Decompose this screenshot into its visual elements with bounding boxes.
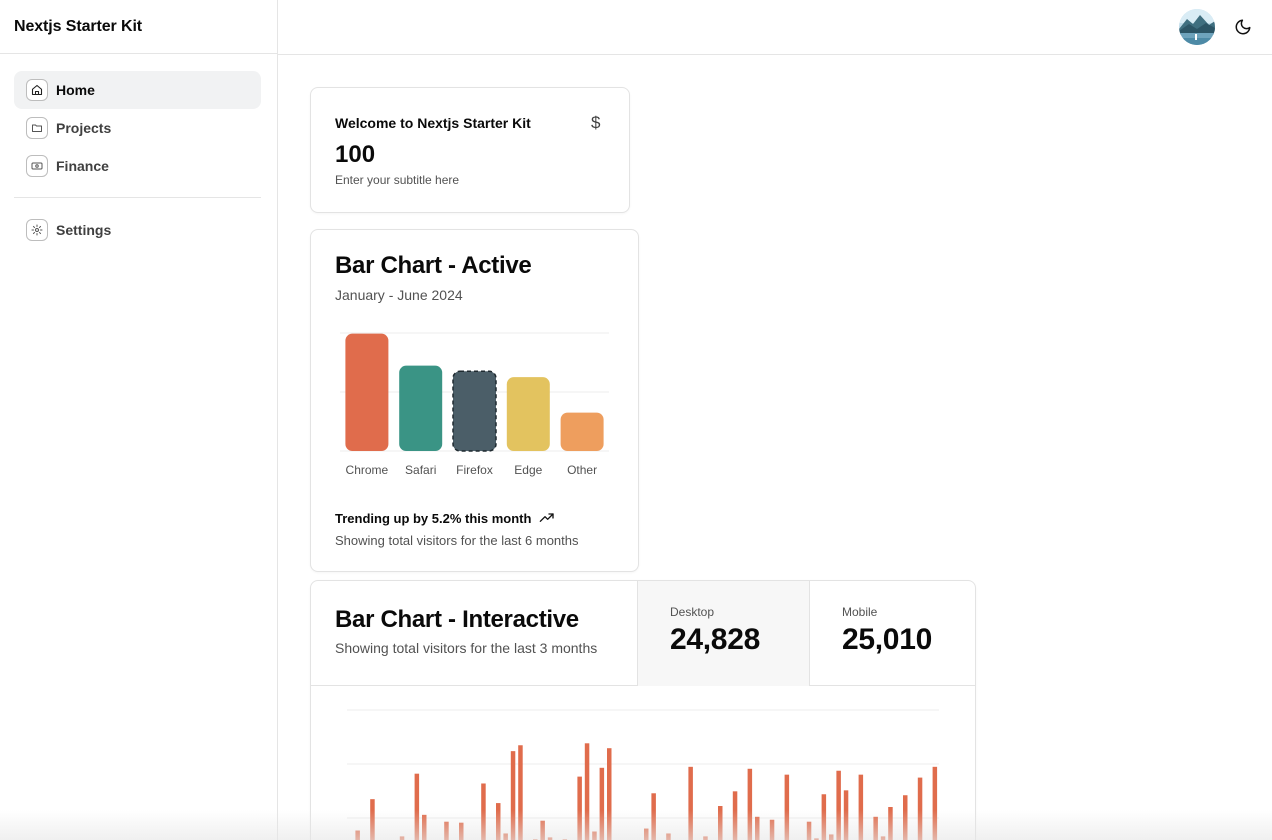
sidebar-item-label: Finance: [56, 158, 109, 174]
bar[interactable]: [599, 767, 605, 840]
bar[interactable]: [836, 770, 841, 840]
sidebar-item-label: Projects: [56, 120, 112, 136]
bar-safari[interactable]: [399, 365, 443, 451]
bar[interactable]: [503, 833, 508, 840]
bar[interactable]: [584, 743, 590, 840]
bar[interactable]: [666, 833, 671, 840]
bar[interactable]: [829, 834, 834, 840]
bar[interactable]: [607, 748, 612, 840]
top-header: [278, 0, 1272, 55]
sidebar-item-projects[interactable]: Projects: [14, 109, 261, 147]
banknote-icon: [26, 155, 48, 177]
bar-other[interactable]: [560, 412, 604, 451]
trend-text: Trending up by 5.2% this month: [335, 510, 532, 526]
x-tick-label: Safari: [405, 463, 436, 477]
bar-chrome[interactable]: [345, 333, 389, 451]
bar[interactable]: [718, 806, 723, 840]
bar[interactable]: [903, 795, 908, 840]
bar[interactable]: [821, 794, 827, 840]
home-icon: [26, 79, 48, 101]
bar[interactable]: [540, 820, 545, 840]
mobile-value: 25,010: [842, 623, 932, 656]
x-tick-label: Chrome: [346, 463, 389, 477]
mobile-toggle[interactable]: Mobile 25,010: [809, 581, 975, 686]
bar[interactable]: [888, 807, 893, 840]
bar[interactable]: [651, 793, 656, 840]
moon-icon: [1235, 19, 1251, 35]
folder-icon: [26, 117, 48, 139]
dollar-icon: $: [591, 113, 601, 132]
bar-chart-active: Chrome Safari Firefox Edge Other: [340, 332, 609, 477]
interactive-chart-title: Bar Chart - Interactive: [335, 606, 579, 633]
bar[interactable]: [577, 776, 582, 840]
bar[interactable]: [510, 751, 516, 840]
bar[interactable]: [843, 790, 849, 840]
bar[interactable]: [592, 831, 597, 840]
bar[interactable]: [414, 773, 420, 840]
welcome-card-subtitle: Enter your subtitle here: [335, 173, 460, 187]
trend-line: Trending up by 5.2% this month: [335, 510, 555, 526]
mobile-label: Mobile: [842, 605, 878, 619]
interactive-chart-description: Showing total visitors for the last 3 mo…: [335, 640, 598, 656]
trend-footer: Showing total visitors for the last 6 mo…: [335, 533, 579, 548]
desktop-value: 24,828: [670, 623, 760, 656]
user-avatar[interactable]: [1179, 9, 1215, 45]
theme-toggle-button[interactable]: [1233, 17, 1253, 37]
bar-edge[interactable]: [506, 377, 550, 451]
welcome-card: Welcome to Nextjs Starter Kit $ 100 Ente…: [310, 87, 630, 213]
bar[interactable]: [688, 766, 693, 840]
bar[interactable]: [370, 799, 375, 840]
bar-chart-active-card: Bar Chart - Active January - June 2024 C…: [310, 229, 639, 572]
x-tick-label: Other: [567, 463, 597, 477]
brand-title[interactable]: Nextjs Starter Kit: [0, 0, 277, 54]
bar[interactable]: [399, 836, 405, 840]
sidebar-item-home[interactable]: Home: [14, 71, 261, 109]
bar[interactable]: [747, 768, 753, 840]
bar[interactable]: [422, 814, 427, 840]
bar-chart-interactive-card: Bar Chart - Interactive Showing total vi…: [310, 580, 976, 840]
bar[interactable]: [703, 836, 708, 840]
desktop-toggle[interactable]: Desktop 24,828: [637, 581, 809, 686]
bar[interactable]: [769, 819, 775, 840]
bar[interactable]: [755, 816, 760, 840]
welcome-card-title: Welcome to Nextjs Starter Kit: [335, 115, 531, 131]
x-tick-label: Edge: [514, 463, 542, 477]
bar[interactable]: [444, 821, 449, 840]
gear-icon: [26, 219, 48, 241]
bar[interactable]: [496, 803, 501, 840]
x-tick-label: Firefox: [456, 463, 493, 477]
sidebar-item-settings[interactable]: Settings: [14, 211, 261, 249]
bar[interactable]: [644, 828, 649, 840]
bar[interactable]: [518, 745, 523, 840]
sidebar-divider: [14, 197, 261, 198]
bar[interactable]: [459, 822, 464, 840]
bar-chart-interactive: [347, 709, 939, 840]
bar[interactable]: [481, 783, 486, 840]
bar[interactable]: [858, 774, 864, 840]
trending-up-icon: [540, 513, 555, 522]
bar[interactable]: [732, 791, 738, 840]
bar-firefox[interactable]: [452, 370, 497, 452]
sidebar-item-label: Home: [56, 82, 95, 98]
desktop-label: Desktop: [670, 605, 715, 619]
sidebar-nav: Home Projects Finance Settings: [0, 54, 277, 249]
interactive-card-header: Bar Chart - Interactive Showing total vi…: [311, 581, 975, 686]
chart-grid: [347, 709, 939, 819]
bar[interactable]: [880, 836, 886, 840]
sidebar-item-label: Settings: [56, 222, 112, 238]
bar[interactable]: [873, 816, 878, 840]
sidebar-item-finance[interactable]: Finance: [14, 147, 261, 185]
sidebar: Nextjs Starter Kit Home Projects Finance: [0, 0, 278, 840]
bar[interactable]: [784, 774, 790, 840]
bar[interactable]: [355, 830, 360, 840]
bar[interactable]: [806, 821, 812, 840]
bar[interactable]: [932, 766, 938, 840]
bar[interactable]: [917, 777, 923, 840]
welcome-card-value: 100: [335, 141, 376, 168]
